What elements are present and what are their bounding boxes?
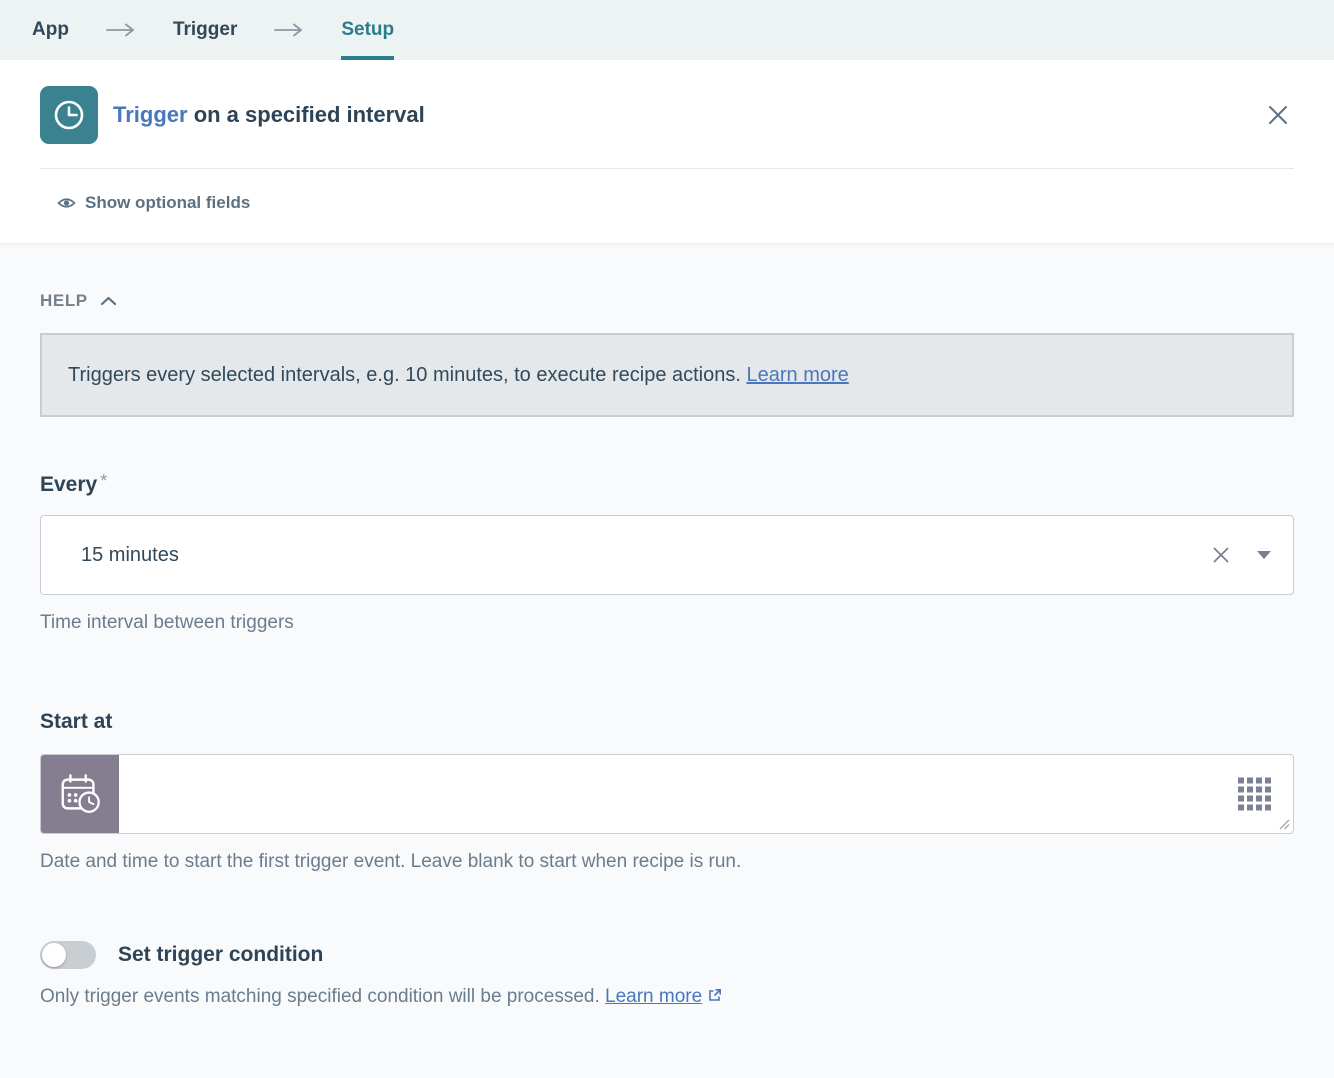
trigger-title-rest: on a specified interval bbox=[188, 102, 425, 127]
trigger-condition-helper: Only trigger events matching specified c… bbox=[40, 986, 1294, 1008]
external-link-icon bbox=[707, 988, 722, 1003]
clear-selection-button[interactable] bbox=[1207, 541, 1235, 569]
show-optional-fields-label: Show optional fields bbox=[85, 193, 250, 213]
every-label-text: Every bbox=[40, 473, 97, 496]
chevron-down-icon[interactable] bbox=[1257, 551, 1271, 559]
resize-handle[interactable] bbox=[1278, 818, 1290, 830]
start-at-helper-text: Date and time to start the first trigger… bbox=[40, 851, 1294, 873]
trigger-clock-icon bbox=[40, 86, 98, 144]
page-title: Trigger on a specified interval bbox=[113, 102, 425, 128]
set-trigger-condition-label: Set trigger condition bbox=[118, 943, 323, 967]
start-at-input[interactable] bbox=[119, 755, 1293, 833]
datapill-picker-button[interactable] bbox=[1238, 778, 1271, 811]
help-learn-more-link[interactable]: Learn more bbox=[746, 364, 848, 386]
interval-select[interactable]: 15 minutes bbox=[40, 515, 1294, 595]
breadcrumb-item-trigger[interactable]: Trigger bbox=[173, 0, 237, 60]
trigger-condition-row: Set trigger condition bbox=[40, 941, 1294, 969]
trigger-header-card: Trigger on a specified interval Show opt… bbox=[0, 60, 1334, 243]
every-field-label: Every* bbox=[40, 471, 1294, 497]
close-button[interactable] bbox=[1262, 99, 1294, 131]
chevron-up-icon bbox=[100, 296, 117, 306]
toggle-knob bbox=[42, 943, 66, 967]
start-at-field-label: Start at bbox=[40, 710, 1294, 734]
trigger-setup-form: HELP Triggers every selected intervals, … bbox=[0, 291, 1334, 1008]
datetime-picker-button[interactable] bbox=[41, 755, 119, 833]
calendar-clock-icon bbox=[57, 771, 103, 817]
help-heading-label: HELP bbox=[40, 291, 88, 311]
required-asterisk: * bbox=[100, 471, 107, 491]
eye-icon bbox=[57, 196, 76, 210]
condition-learn-more-link[interactable]: Learn more bbox=[605, 986, 702, 1007]
breadcrumb-item-app[interactable]: App bbox=[32, 0, 69, 60]
help-section-toggle[interactable]: HELP bbox=[40, 291, 117, 311]
trigger-header-row: Trigger on a specified interval bbox=[0, 60, 1334, 168]
breadcrumb: App Trigger Setup bbox=[0, 0, 1334, 60]
set-trigger-condition-toggle[interactable] bbox=[40, 941, 96, 969]
help-text: Triggers every selected intervals, e.g. … bbox=[68, 364, 746, 386]
grid-icon bbox=[1238, 778, 1271, 811]
help-callout: Triggers every selected intervals, e.g. … bbox=[40, 333, 1294, 417]
trigger-title-link[interactable]: Trigger bbox=[113, 102, 188, 127]
breadcrumb-item-setup[interactable]: Setup bbox=[341, 0, 394, 60]
interval-select-value: 15 minutes bbox=[81, 544, 179, 567]
show-optional-fields-button[interactable]: Show optional fields bbox=[0, 169, 290, 243]
trigger-condition-helper-text: Only trigger events matching specified c… bbox=[40, 986, 605, 1007]
arrow-right-icon bbox=[274, 23, 304, 37]
clear-x-icon bbox=[1211, 545, 1231, 565]
arrow-right-icon bbox=[106, 23, 136, 37]
start-at-field bbox=[40, 754, 1294, 834]
close-icon bbox=[1266, 103, 1290, 127]
interval-helper-text: Time interval between triggers bbox=[40, 612, 1294, 634]
